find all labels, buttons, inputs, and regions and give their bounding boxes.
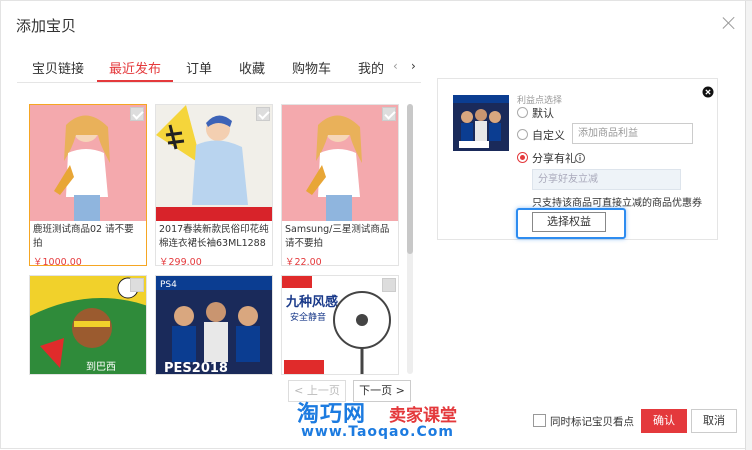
grid-scrollbar-thumb[interactable] xyxy=(407,104,413,254)
product-overlay-sub: 安全静音 xyxy=(290,311,326,323)
select-checkbox[interactable] xyxy=(256,278,270,292)
product-photo xyxy=(282,105,398,221)
tab-recent[interactable]: 最近发布 xyxy=(109,58,161,77)
radio-default[interactable] xyxy=(517,107,528,118)
product-price: ￥22.00 xyxy=(285,257,322,268)
tab-mine[interactable]: 我的 xyxy=(358,58,384,77)
tab-favorites[interactable]: 收藏 xyxy=(239,58,265,77)
radio-share-gift-label: 分享有礼 xyxy=(532,152,576,165)
product-name: 鹿班测试商品02 请不要拍 xyxy=(33,224,134,249)
product-name: 2017春装新款民俗印花纯棉连衣裙长袖63ML1288【测 xyxy=(159,224,269,249)
product-overlay-text: 九种风感 xyxy=(285,294,338,310)
share-discount-input[interactable]: 分享好友立减 xyxy=(532,169,681,190)
radio-custom-label: 自定义 xyxy=(532,129,565,142)
chevron-left-icon[interactable]: ‹ xyxy=(393,59,398,73)
product-card[interactable]: Samsung/三星测试商品请不要拍 ￥22.00 xyxy=(281,104,399,268)
add-item-dialog: 添加宝贝 宝贝链接 最近发布 订单 收藏 购物车 我的 ‹ › 鹿班测试商品02… xyxy=(0,0,752,450)
active-tab-indicator xyxy=(97,80,173,82)
product-photo xyxy=(156,105,272,221)
selected-product-thumbnail xyxy=(453,95,509,151)
chevron-right-icon[interactable]: › xyxy=(411,59,416,73)
page-scrollbar[interactable] xyxy=(745,1,752,450)
also-mark-checkbox[interactable] xyxy=(533,414,546,427)
product-price: ￥1000.00 xyxy=(33,257,82,268)
product-card[interactable]: PS4 PES2018 xyxy=(155,275,273,375)
select-checkbox[interactable] xyxy=(382,107,396,121)
radio-share-gift[interactable] xyxy=(517,152,528,163)
custom-benefit-input[interactable]: 添加商品利益 xyxy=(572,123,693,144)
product-card[interactable]: 鹿班测试商品02 请不要拍 ￥1000.00 xyxy=(29,104,147,268)
product-card[interactable]: 九种风感 安全静音 xyxy=(281,275,399,375)
dialog-title: 添加宝贝 xyxy=(16,17,77,35)
confirm-button[interactable]: 确认 xyxy=(641,409,687,433)
radio-custom[interactable] xyxy=(517,129,528,140)
cancel-button[interactable]: 取消 xyxy=(691,409,737,433)
product-overlay-text: PES2018 xyxy=(164,361,228,375)
product-photo xyxy=(30,105,146,221)
product-price: ￥299.00 xyxy=(159,257,202,268)
close-circle-icon[interactable] xyxy=(702,86,714,98)
product-grid: 鹿班测试商品02 请不要拍 ￥1000.00 2017春装新款民俗印花纯棉连衣裙… xyxy=(29,104,401,376)
tab-item-link[interactable]: 宝贝链接 xyxy=(32,58,84,77)
select-checkbox[interactable] xyxy=(130,107,144,121)
select-checkbox[interactable] xyxy=(256,107,270,121)
product-card[interactable]: 2017春装新款民俗印花纯棉连衣裙长袖63ML1288【测 ￥299.00 xyxy=(155,104,273,268)
platform-badge: PS4 xyxy=(160,280,177,290)
select-checkbox[interactable] xyxy=(382,278,396,292)
watermark-slogan: 卖家课堂 xyxy=(389,406,457,426)
product-name: Samsung/三星测试商品请不要拍 xyxy=(285,224,390,249)
close-icon[interactable] xyxy=(721,15,737,31)
info-icon[interactable] xyxy=(575,153,585,163)
select-checkbox[interactable] xyxy=(130,278,144,292)
grid-scrollbar[interactable] xyxy=(407,104,413,374)
product-card[interactable]: 到巴西 xyxy=(29,275,147,375)
tab-bar: 宝贝链接 最近发布 订单 收藏 购物车 我的 ‹ › xyxy=(17,51,421,83)
watermark-url: www.Taoqao.Com xyxy=(301,424,454,440)
tab-cart[interactable]: 购物车 xyxy=(292,58,331,77)
choose-equity-button[interactable]: 选择权益 xyxy=(532,212,606,232)
product-overlay-text: 到巴西 xyxy=(86,361,116,373)
coupon-hint: 只支持该商品可直接立减的商品优惠券 xyxy=(532,198,702,209)
also-mark-label: 同时标记宝贝看点 xyxy=(550,416,634,428)
tab-orders[interactable]: 订单 xyxy=(186,58,212,77)
radio-default-label: 默认 xyxy=(532,107,554,120)
